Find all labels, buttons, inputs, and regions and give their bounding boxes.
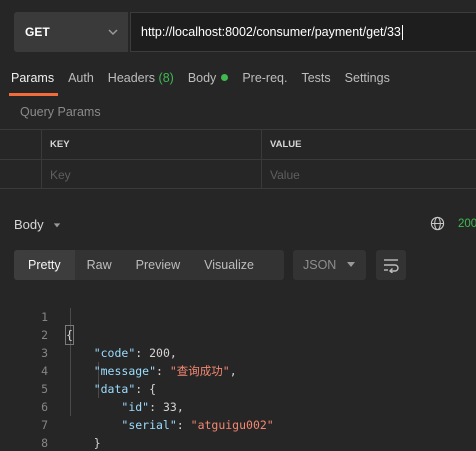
- chevron-down-icon: [54, 222, 61, 227]
- view-tab-preview[interactable]: Preview: [124, 250, 192, 280]
- view-tab-raw[interactable]: Raw: [75, 250, 124, 280]
- tab-label: Tests: [301, 71, 331, 85]
- table-row: Key Value: [0, 160, 476, 190]
- tab-auth[interactable]: Auth: [68, 64, 94, 96]
- request-bar: GET http://localhost:8002/consumer/payme…: [0, 0, 476, 63]
- tab-label: Body: [187, 71, 217, 85]
- tab-params[interactable]: Params: [8, 64, 59, 96]
- body-indicator-dot: [221, 74, 229, 81]
- view-tab-pretty[interactable]: Pretty: [14, 250, 75, 280]
- response-code-view[interactable]: 1 { 2 "code": 200, 3 "message": "查询成功", …: [0, 290, 476, 450]
- tab-headers[interactable]: Headers (8): [108, 64, 174, 96]
- table-header-row: KEY VALUE: [0, 130, 476, 160]
- line-number: 8: [41, 436, 48, 450]
- response-view-tabs: Pretty Raw Preview Visualize: [14, 250, 284, 280]
- format-label: JSON: [303, 258, 337, 272]
- tab-pre-request[interactable]: Pre-req.: [242, 64, 287, 96]
- view-tab-visualize[interactable]: Visualize: [192, 250, 266, 280]
- globe-icon[interactable]: [430, 216, 445, 231]
- request-tabs: Params Auth Headers (8) Body Pre-req. Te…: [0, 64, 476, 96]
- response-body-dropdown[interactable]: Body: [14, 217, 61, 232]
- tab-label: Params: [11, 71, 55, 85]
- method-select[interactable]: GET: [14, 12, 128, 52]
- value-input[interactable]: Value: [262, 160, 476, 189]
- row-checkbox-cell: [0, 160, 42, 189]
- headers-count: (8): [158, 71, 174, 85]
- status-code: 200: [458, 218, 476, 230]
- tab-label: Pre-req.: [242, 71, 288, 85]
- checkbox-column-header: [0, 130, 42, 159]
- code-line: 5 "id": 33,: [0, 362, 476, 414]
- code-line: 8 }: [0, 416, 476, 450]
- code-line: 3 "message": "查询成功",: [0, 326, 476, 378]
- code-line: 6 "serial": "atguigu002": [0, 380, 476, 432]
- tab-label: Auth: [68, 71, 94, 85]
- wrap-lines-button[interactable]: [376, 250, 406, 280]
- url-input[interactable]: http://localhost:8002/consumer/payment/g…: [130, 12, 476, 52]
- key-column-header: KEY: [42, 130, 262, 159]
- query-params-title: Query Params: [20, 105, 101, 119]
- tab-settings[interactable]: Settings: [345, 64, 390, 96]
- chevron-down-icon: [347, 262, 355, 267]
- code-line: 2 "code": 200,: [0, 308, 476, 360]
- response-header: Body 200: [0, 206, 476, 242]
- wrap-lines-icon: [384, 259, 399, 273]
- tab-tests[interactable]: Tests: [301, 64, 330, 96]
- key-input[interactable]: Key: [42, 160, 262, 189]
- text-cursor: [401, 24, 403, 40]
- value-column-header: VALUE: [270, 139, 302, 150]
- code-line: 7 }: [0, 398, 476, 450]
- chevron-down-icon: [108, 29, 118, 36]
- response-body-label: Body: [14, 216, 44, 232]
- tab-label: Settings: [344, 71, 390, 85]
- query-params-table: KEY VALUE Key Value: [0, 129, 476, 189]
- tab-label: Headers: [107, 71, 156, 85]
- tab-body[interactable]: Body: [188, 64, 229, 96]
- method-label: GET: [25, 25, 50, 39]
- format-select[interactable]: JSON: [293, 250, 366, 280]
- code-line: 1 {: [0, 290, 476, 345]
- code-text: }: [66, 436, 101, 450]
- code-line: 4 "data": {: [0, 344, 476, 396]
- url-text: http://localhost:8002/consumer/payment/g…: [141, 25, 401, 39]
